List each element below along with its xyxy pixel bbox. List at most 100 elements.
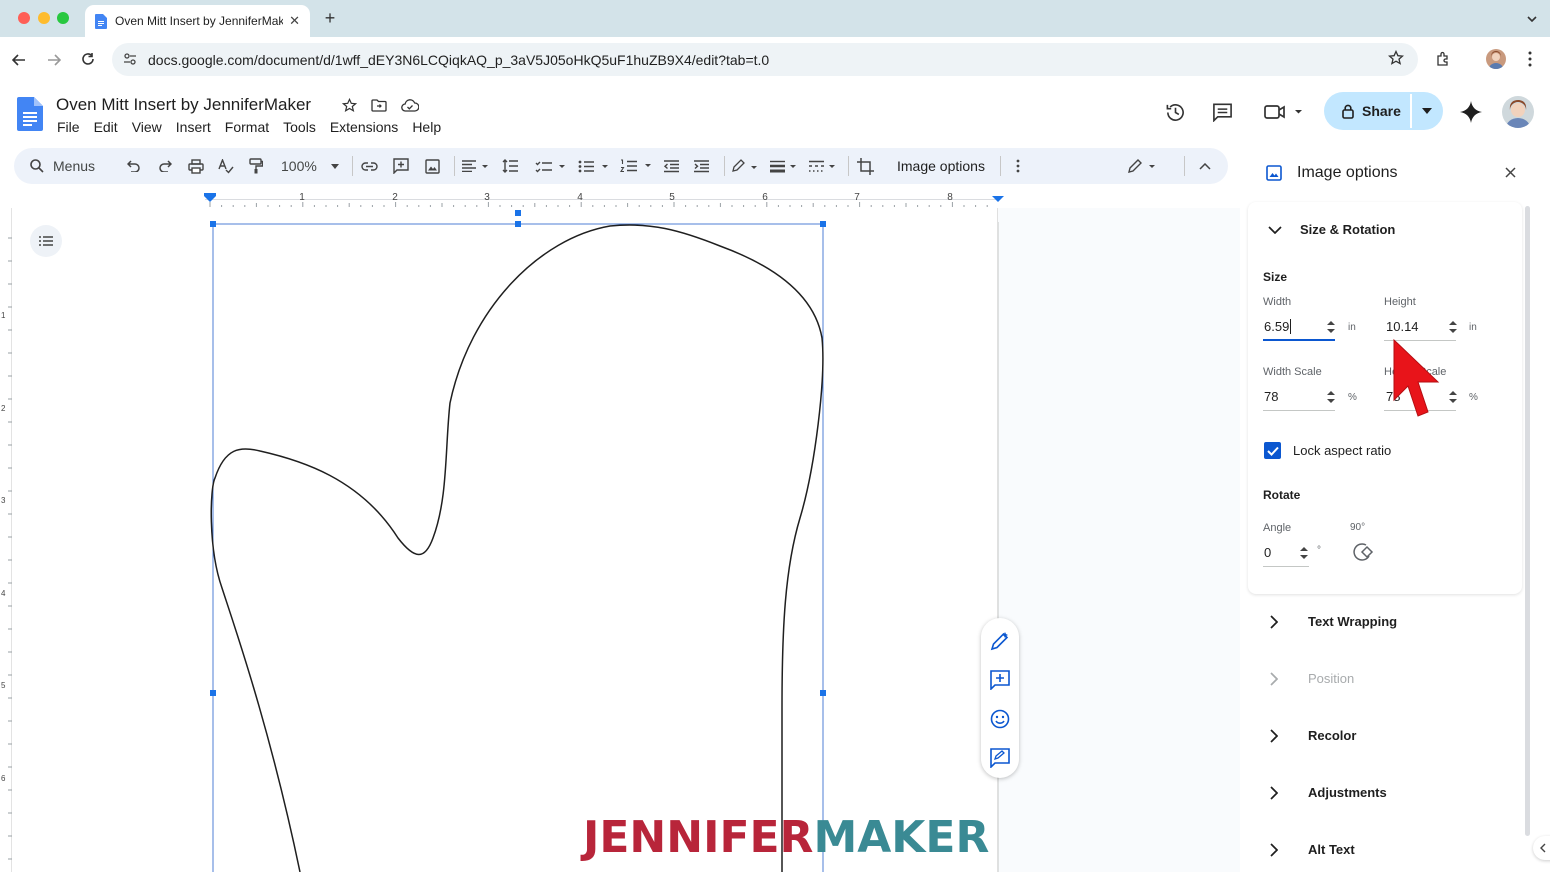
comments-icon[interactable] xyxy=(1210,100,1234,124)
width-scale-input[interactable]: 78 xyxy=(1264,389,1278,404)
minimize-window-button[interactable] xyxy=(38,12,50,24)
menu-tools[interactable]: Tools xyxy=(283,119,316,135)
collapse-side-panel-button[interactable] xyxy=(1533,836,1550,860)
image-resize-handles[interactable] xyxy=(210,221,826,696)
adjustments-row[interactable]: Adjustments xyxy=(1262,785,1387,800)
editing-mode-icon[interactable] xyxy=(1128,148,1158,184)
insert-image-icon[interactable] xyxy=(425,148,440,184)
search-menus[interactable]: Menus xyxy=(30,148,95,184)
alt-text-row[interactable]: Alt Text xyxy=(1262,842,1355,857)
add-emoji-icon[interactable] xyxy=(990,709,1010,729)
menu-insert[interactable]: Insert xyxy=(176,119,211,135)
url-bar[interactable]: docs.google.com/document/d/1wff_dEY3N6LC… xyxy=(112,43,1418,76)
oven-mitt-outline-image[interactable] xyxy=(0,208,1000,872)
more-options-icon[interactable] xyxy=(1016,148,1020,184)
text-wrapping-label: Text Wrapping xyxy=(1308,614,1398,629)
border-dash-icon[interactable] xyxy=(809,148,839,184)
ruler-label-6: 6 xyxy=(762,192,768,203)
extensions-icon[interactable] xyxy=(1434,49,1454,69)
checklist-icon[interactable] xyxy=(535,148,567,184)
zoom-select[interactable]: 100% xyxy=(281,148,339,184)
close-tab-icon[interactable]: ✕ xyxy=(289,13,300,29)
bookmark-star-icon[interactable] xyxy=(1388,50,1404,66)
close-panel-icon[interactable] xyxy=(1505,167,1516,178)
document-title[interactable]: Oven Mitt Insert by JenniferMaker xyxy=(56,95,311,115)
angle-input[interactable]: 0 xyxy=(1264,545,1271,560)
version-history-icon[interactable] xyxy=(1163,100,1187,124)
align-icon[interactable] xyxy=(462,148,490,184)
menu-view[interactable]: View xyxy=(132,119,162,135)
border-weight-icon[interactable] xyxy=(770,148,800,184)
gemini-sparkle-icon[interactable] xyxy=(1458,99,1484,125)
account-avatar[interactable] xyxy=(1502,96,1534,128)
menu-file[interactable]: File xyxy=(57,119,80,135)
image-selection-box xyxy=(212,223,824,872)
new-tab-button[interactable]: + xyxy=(320,8,340,28)
size-rotation-title[interactable]: Size & Rotation xyxy=(1300,222,1395,237)
menu-format[interactable]: Format xyxy=(225,119,269,135)
width-scale-stepper-icon[interactable] xyxy=(1327,390,1335,404)
share-button[interactable]: Share xyxy=(1324,92,1443,130)
panel-scrollbar[interactable] xyxy=(1525,206,1530,836)
print-icon[interactable] xyxy=(188,148,204,184)
cloud-saved-icon[interactable] xyxy=(400,96,420,114)
zoom-window-button[interactable] xyxy=(57,12,69,24)
menu-extensions[interactable]: Extensions xyxy=(330,119,398,135)
browser-tab[interactable]: Oven Mitt Insert by JenniferMaker ✕ xyxy=(85,5,310,37)
add-comment-icon[interactable] xyxy=(393,148,409,184)
rotate-handle[interactable] xyxy=(515,210,521,216)
width-scale-label: Width Scale xyxy=(1263,366,1322,378)
site-info-icon[interactable] xyxy=(123,52,137,66)
back-icon[interactable] xyxy=(9,50,29,70)
forward-icon[interactable] xyxy=(44,50,64,70)
suggest-edits-icon[interactable] xyxy=(990,748,1010,768)
undo-icon[interactable] xyxy=(127,148,141,184)
profile-avatar[interactable] xyxy=(1486,49,1506,69)
line-spacing-icon[interactable] xyxy=(502,148,518,184)
move-folder-icon[interactable] xyxy=(370,96,388,114)
height-input[interactable]: 10.14 xyxy=(1386,319,1419,334)
lock-aspect-label[interactable]: Lock aspect ratio xyxy=(1293,443,1391,458)
paint-format-icon[interactable] xyxy=(249,148,263,184)
height-stepper-icon[interactable] xyxy=(1449,320,1457,334)
close-window-button[interactable] xyxy=(18,12,30,24)
collapse-menus-icon[interactable] xyxy=(1199,148,1211,184)
edit-suggest-icon[interactable] xyxy=(990,631,1010,651)
docs-logo-icon[interactable] xyxy=(17,97,43,131)
width-stepper-icon[interactable] xyxy=(1327,320,1335,334)
border-color-icon[interactable] xyxy=(731,148,761,184)
tab-search-chevron-icon[interactable] xyxy=(1522,9,1542,29)
crop-icon[interactable] xyxy=(857,148,874,184)
image-panel-icon xyxy=(1266,165,1282,181)
width-input[interactable]: 6.59 xyxy=(1264,319,1289,334)
angle-stepper-icon[interactable] xyxy=(1300,546,1308,560)
numbered-list-icon[interactable] xyxy=(620,148,654,184)
share-dropdown-icon[interactable] xyxy=(1422,108,1432,114)
chevron-down-icon[interactable] xyxy=(1268,226,1282,234)
redo-icon[interactable] xyxy=(158,148,172,184)
height-scale-stepper-icon[interactable] xyxy=(1449,390,1457,404)
add-comment-side-icon[interactable] xyxy=(990,670,1010,690)
recolor-row[interactable]: Recolor xyxy=(1262,728,1356,743)
text-cursor xyxy=(1290,319,1291,334)
reload-icon[interactable] xyxy=(78,49,98,69)
horizontal-ruler[interactable]: 1 2 3 4 5 6 7 8 xyxy=(0,186,1240,208)
text-wrapping-row[interactable]: Text Wrapping xyxy=(1262,614,1397,629)
size-heading: Size xyxy=(1263,270,1288,284)
meet-camera-icon[interactable] xyxy=(1262,100,1304,124)
increase-indent-icon[interactable] xyxy=(694,148,709,184)
browser-menu-icon[interactable] xyxy=(1520,49,1540,69)
spellcheck-icon[interactable] xyxy=(218,148,234,184)
first-line-indent-marker[interactable] xyxy=(204,193,216,196)
bulleted-list-icon[interactable] xyxy=(578,148,610,184)
mitt-shape-path xyxy=(210,224,824,872)
decrease-indent-icon[interactable] xyxy=(664,148,679,184)
insert-link-icon[interactable] xyxy=(361,148,378,184)
star-icon[interactable] xyxy=(340,96,358,114)
menu-edit[interactable]: Edit xyxy=(94,119,118,135)
lock-aspect-checkbox[interactable] xyxy=(1264,442,1281,459)
menu-help[interactable]: Help xyxy=(412,119,441,135)
image-options-button[interactable]: Image options xyxy=(897,148,985,184)
rotate-90-icon[interactable] xyxy=(1352,542,1374,562)
toolbar-separator xyxy=(848,148,849,184)
